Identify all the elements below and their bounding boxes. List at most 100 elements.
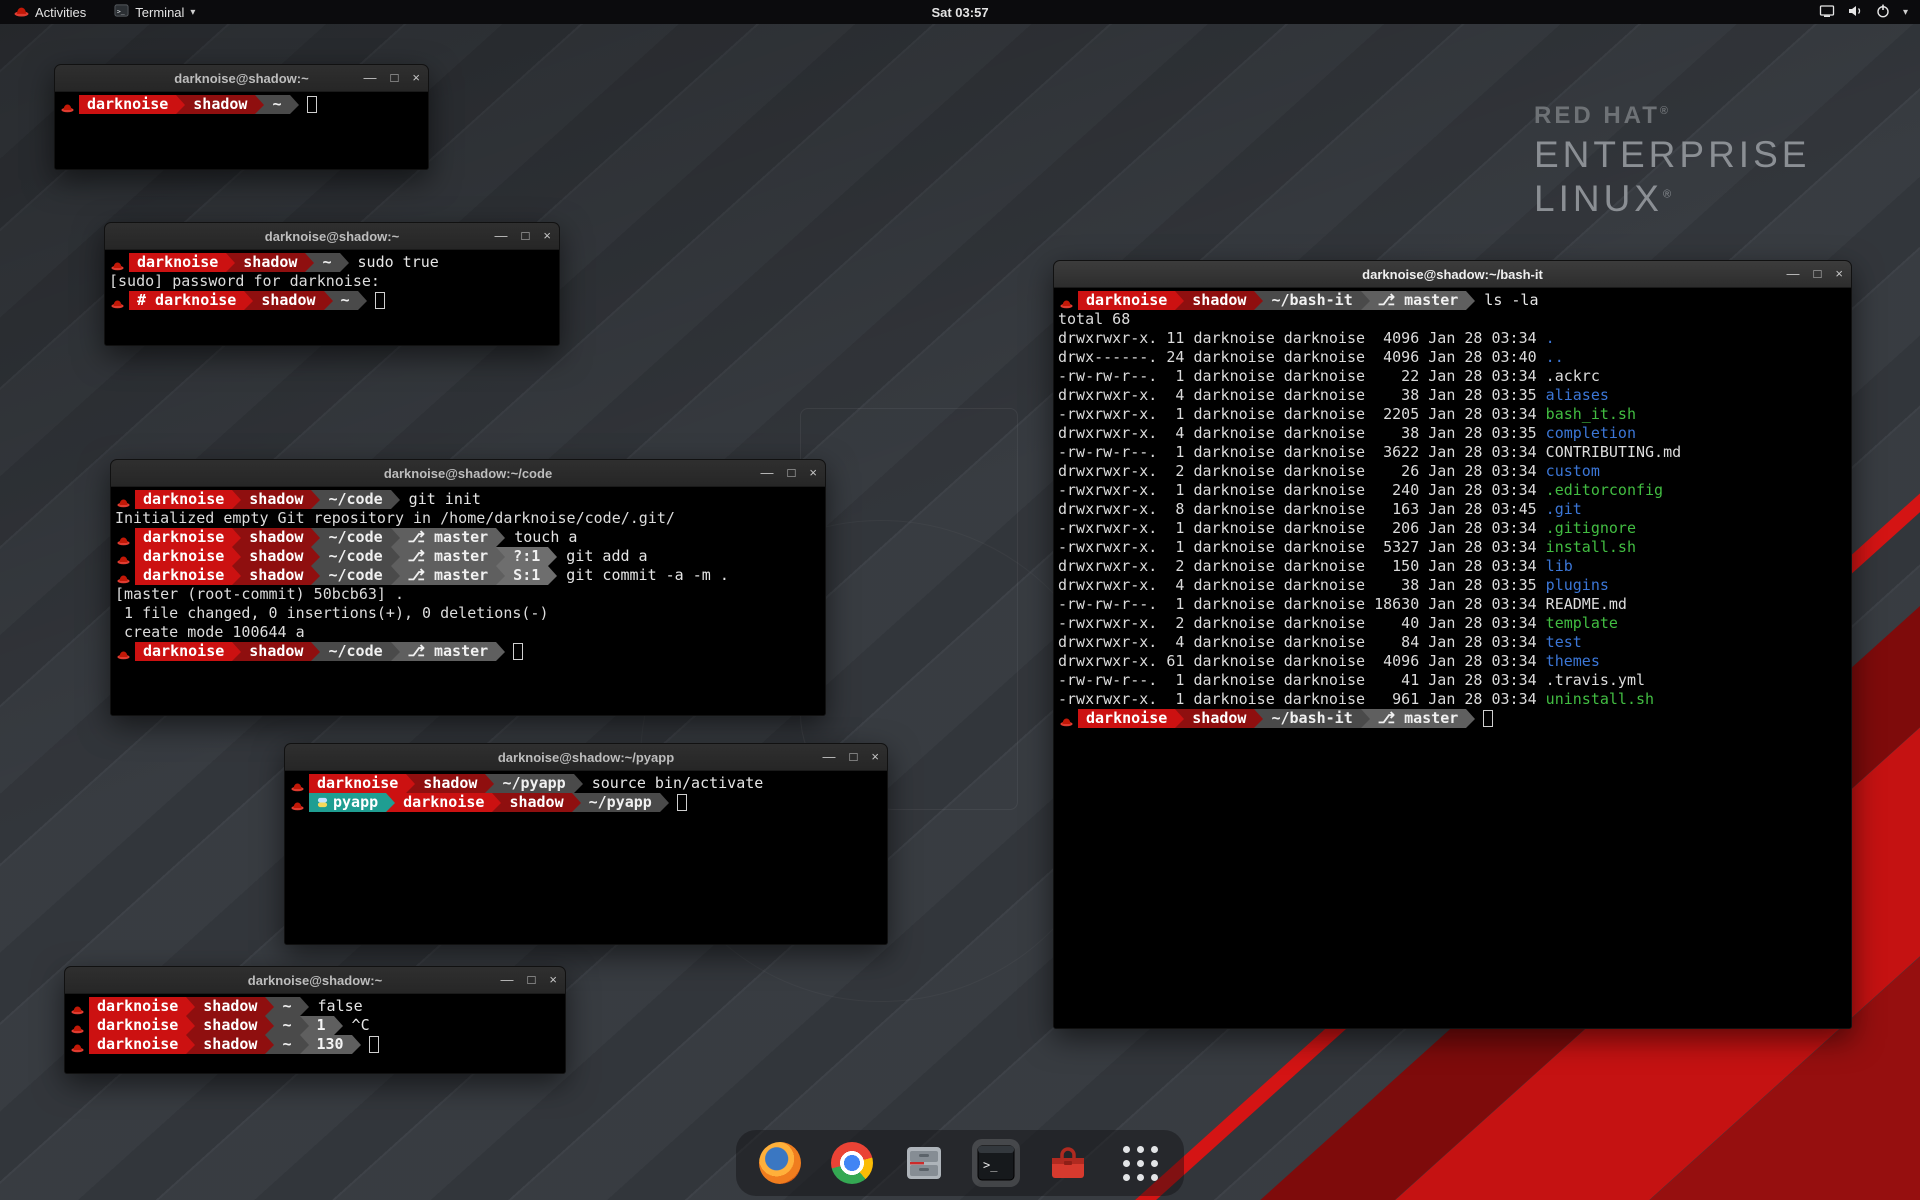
- terminal-cursor: [1483, 710, 1493, 727]
- terminal-output-line: -rwxrwxr-x. 1 darknoise darknoise 2205 J…: [1058, 405, 1849, 424]
- powerline-arrow-icon: [660, 793, 669, 812]
- maximize-button[interactable]: □: [522, 223, 530, 249]
- file-name: themes: [1546, 652, 1600, 670]
- minimize-button[interactable]: —: [823, 744, 836, 770]
- terminal-output-line: -rw-rw-r--. 1 darknoise darknoise 22 Jan…: [1058, 367, 1849, 386]
- prompt-segment-path: ~: [264, 95, 289, 114]
- terminal-content[interactable]: darknoiseshadow~/pyapp source bin/activa…: [285, 771, 887, 944]
- maximize-button[interactable]: □: [850, 744, 858, 770]
- terminal-content[interactable]: darknoiseshadow~ falsedarknoiseshadow~1 …: [65, 994, 565, 1073]
- window-titlebar[interactable]: darknoise@shadow:~/bash-it —□×: [1054, 261, 1851, 288]
- terminal-prompt-line: darknoiseshadow~/code⎇ master: [115, 642, 823, 661]
- window-titlebar[interactable]: darknoise@shadow:~ —□×: [65, 967, 565, 994]
- terminal-window[interactable]: darknoise@shadow:~/pyapp —□× darknoisesh…: [284, 743, 888, 945]
- close-button[interactable]: ×: [543, 223, 551, 249]
- prompt-segment-host: shadow: [185, 95, 255, 114]
- powerline-arrow-icon: [324, 291, 333, 310]
- terminal-content[interactable]: darknoiseshadow~ sudo true[sudo] passwor…: [105, 250, 559, 345]
- powerline-arrow-icon: [232, 566, 241, 585]
- terminal-content[interactable]: darknoiseshadow~: [55, 92, 428, 169]
- minimize-button[interactable]: —: [495, 223, 508, 249]
- terminal-prompt-line: darknoiseshadow~ sudo true: [109, 253, 557, 272]
- powerline-arrow-icon: [232, 528, 241, 547]
- power-icon[interactable]: [1875, 3, 1891, 22]
- terminal-output-line: -rwxrwxr-x. 1 darknoise darknoise 961 Ja…: [1058, 690, 1849, 709]
- terminal-output-line: -rwxrwxr-x. 1 darknoise darknoise 240 Ja…: [1058, 481, 1849, 500]
- top-bar: Activities >_ Terminal ▾ Sat 03:57 ▾: [0, 0, 1920, 24]
- prompt-segment-user: darknoise: [1078, 291, 1175, 310]
- clock[interactable]: Sat 03:57: [931, 5, 988, 20]
- maximize-button[interactable]: □: [391, 65, 399, 91]
- terminal-window[interactable]: darknoise@shadow:~/code —□× darknoisesha…: [110, 459, 826, 716]
- prompt-segment-git: ⎇ master: [1370, 709, 1467, 728]
- prompt-segment-path: ~/code: [320, 547, 390, 566]
- terminal-cursor: [307, 96, 317, 113]
- display-icon[interactable]: [1819, 3, 1835, 22]
- terminal-content[interactable]: darknoiseshadow~/code git initInitialize…: [111, 487, 825, 715]
- powerline-arrow-icon: [311, 547, 320, 566]
- activities-button[interactable]: Activities: [10, 0, 90, 24]
- command-text: touch a: [505, 528, 577, 546]
- prompt-segment-host: shadow: [241, 566, 311, 585]
- close-button[interactable]: ×: [412, 65, 420, 91]
- prompt-segment-path: ~/pyapp: [494, 774, 573, 793]
- minimize-button[interactable]: —: [501, 967, 514, 993]
- app-grid-icon[interactable]: [1116, 1139, 1164, 1187]
- powerline-arrow-icon: [485, 774, 494, 793]
- terminal-window[interactable]: darknoise@shadow:~ —□× darknoiseshadow~ …: [64, 966, 566, 1074]
- terminal-output-line: [master (root-commit) 50bcb63] .: [115, 585, 823, 604]
- firefox-icon[interactable]: [756, 1139, 804, 1187]
- window-titlebar[interactable]: darknoise@shadow:~ —□×: [105, 223, 559, 250]
- powerline-arrow-icon: [496, 566, 505, 585]
- powerline-arrow-icon: [311, 642, 320, 661]
- prompt-segment-host: shadow: [195, 1016, 265, 1035]
- terminal-prompt-line: darknoiseshadow~/code⎇ masterS:1 git com…: [115, 566, 823, 585]
- toolbox-icon[interactable]: [1044, 1139, 1092, 1187]
- terminal-prompt-line: # darknoiseshadow~: [109, 291, 557, 310]
- powerline-arrow-icon: [352, 1035, 361, 1054]
- minimize-button[interactable]: —: [1787, 261, 1800, 287]
- window-titlebar[interactable]: darknoise@shadow:~ —□×: [55, 65, 428, 92]
- maximize-button[interactable]: □: [788, 460, 796, 486]
- prompt-segment-path: ~: [333, 291, 358, 310]
- redhat-prompt-icon: [111, 253, 126, 272]
- app-menu-terminal[interactable]: >_ Terminal ▾: [110, 0, 199, 24]
- terminal-window[interactable]: darknoise@shadow:~ —□× darknoiseshadow~: [54, 64, 429, 170]
- close-button[interactable]: ×: [1835, 261, 1843, 287]
- minimize-button[interactable]: —: [364, 65, 377, 91]
- close-button[interactable]: ×: [549, 967, 557, 993]
- powerline-arrow-icon: [391, 490, 400, 509]
- powerline-arrow-icon: [334, 1016, 343, 1035]
- maximize-button[interactable]: □: [528, 967, 536, 993]
- terminal-prompt-line: darknoiseshadow~/pyapp source bin/activa…: [289, 774, 885, 793]
- terminal-window[interactable]: darknoise@shadow:~ —□× darknoiseshadow~ …: [104, 222, 560, 346]
- window-titlebar[interactable]: darknoise@shadow:~/pyapp —□×: [285, 744, 887, 771]
- chevron-down-icon[interactable]: ▾: [1903, 7, 1908, 18]
- maximize-button[interactable]: □: [1814, 261, 1822, 287]
- files-icon[interactable]: [900, 1139, 948, 1187]
- terminal-window-focused[interactable]: darknoise@shadow:~/bash-it —□× darknoise…: [1053, 260, 1852, 1029]
- file-name: .editorconfig: [1546, 481, 1663, 499]
- registered-mark: ®: [1660, 105, 1671, 117]
- prompt-segment-venv: pyapp: [309, 793, 386, 812]
- command-text: sudo true: [349, 253, 439, 271]
- window-titlebar[interactable]: darknoise@shadow:~/code —□×: [111, 460, 825, 487]
- terminal-icon[interactable]: >_: [972, 1139, 1020, 1187]
- close-button[interactable]: ×: [809, 460, 817, 486]
- dock: >_: [736, 1130, 1184, 1196]
- minimize-button[interactable]: —: [761, 460, 774, 486]
- command-text: ^C: [343, 1016, 370, 1034]
- chrome-icon[interactable]: [828, 1139, 876, 1187]
- powerline-arrow-icon: [265, 997, 274, 1016]
- close-button[interactable]: ×: [871, 744, 879, 770]
- terminal-content[interactable]: darknoiseshadow~/bash-it⎇ master ls -la t…: [1054, 288, 1851, 1028]
- redhat-prompt-icon: [71, 997, 86, 1016]
- powerline-arrow-icon: [186, 1016, 195, 1035]
- volume-icon[interactable]: [1847, 3, 1863, 22]
- terminal-prompt-line: darknoiseshadow~/bash-it⎇ master ls -la: [1058, 291, 1849, 310]
- file-name: plugins: [1546, 576, 1609, 594]
- prompt-segment-host: shadow: [415, 774, 485, 793]
- redhat-prompt-icon: [117, 547, 132, 566]
- powerline-arrow-icon: [311, 566, 320, 585]
- desktop: RED HAT® ENTERPRISE LINUX® Activities >_…: [0, 0, 1920, 1200]
